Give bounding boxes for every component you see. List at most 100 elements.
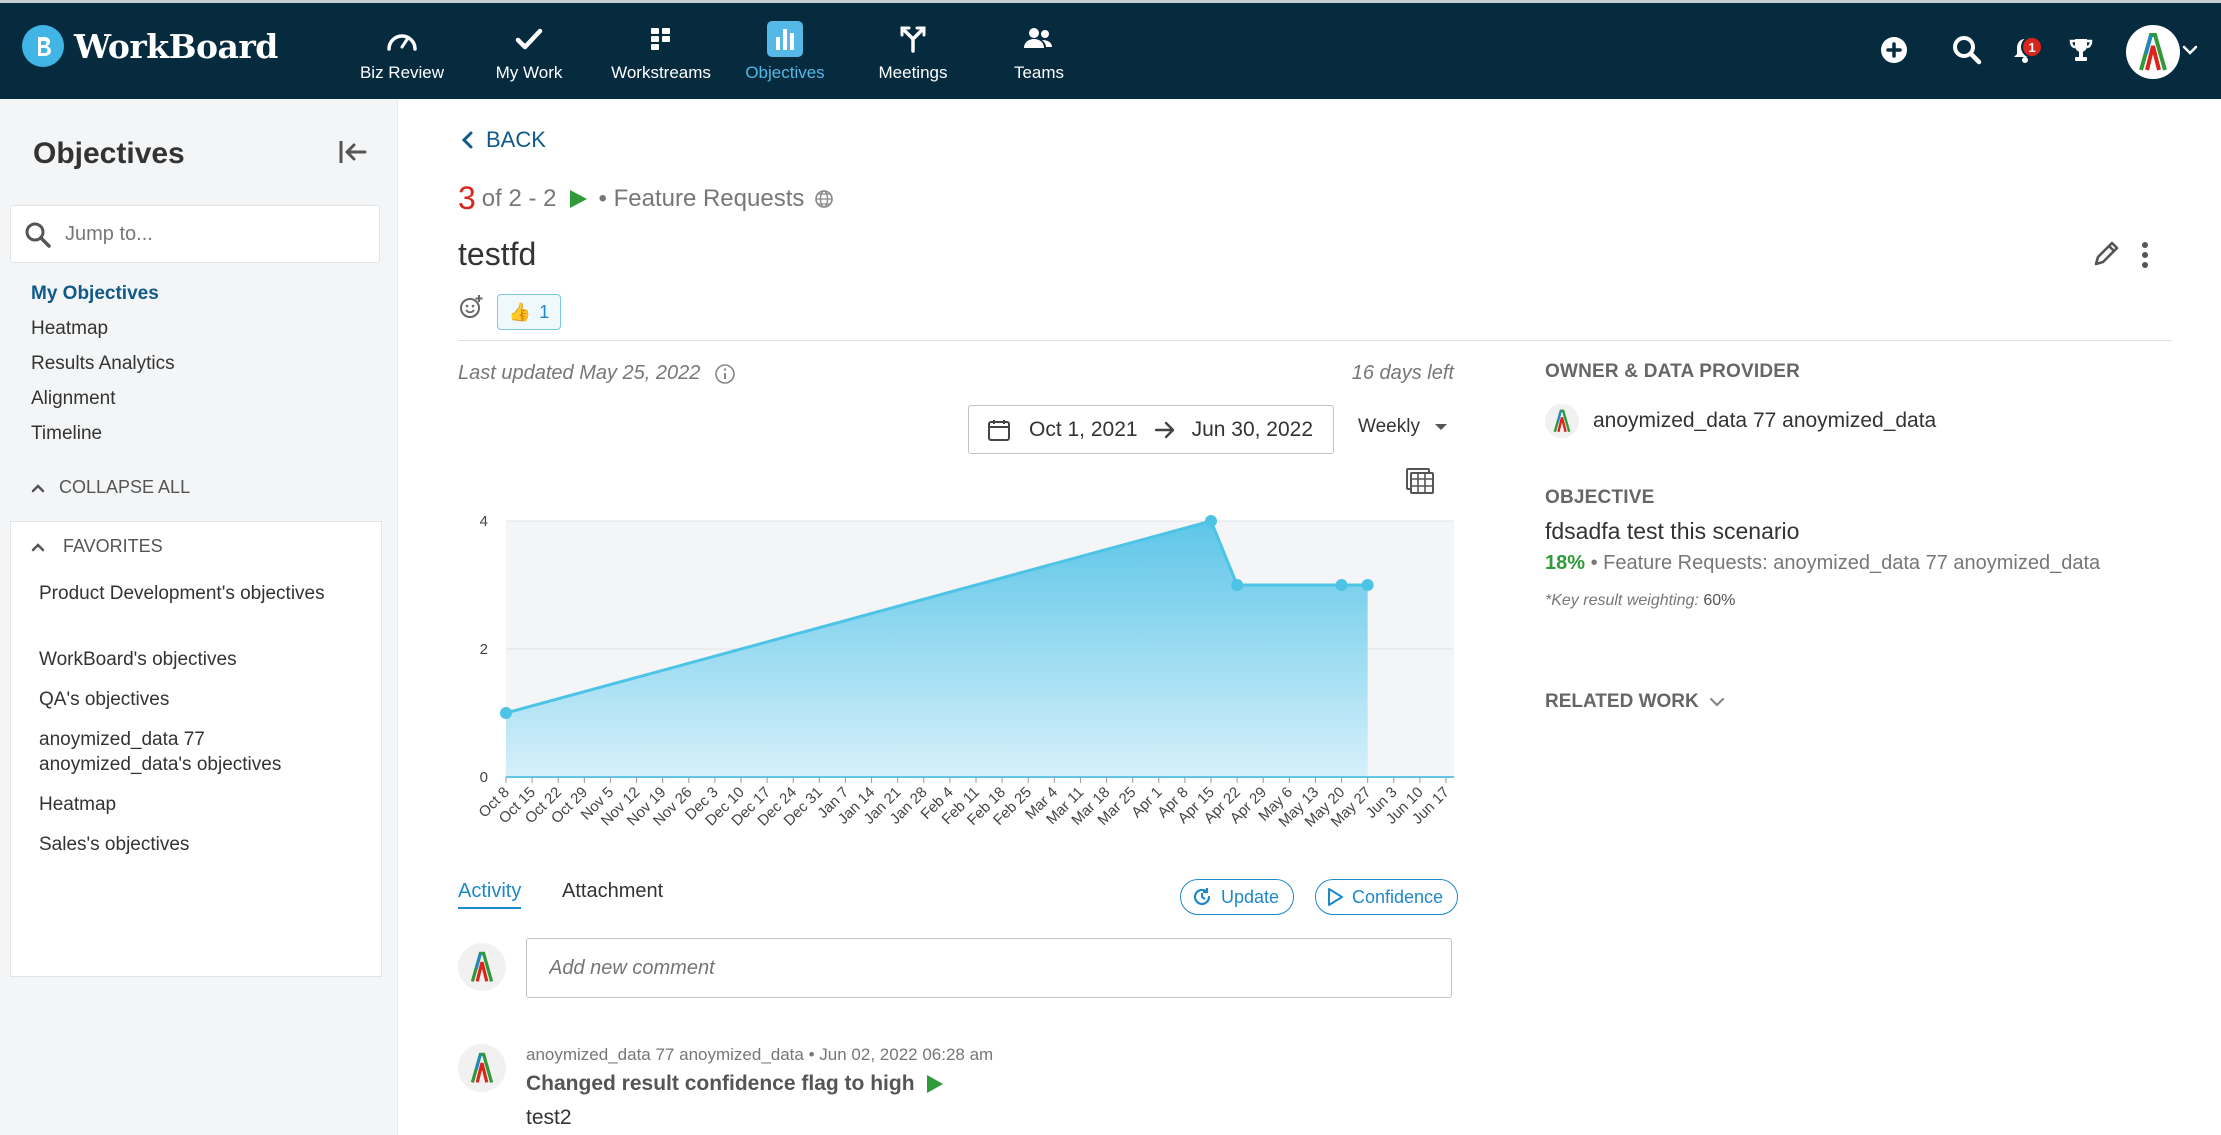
- owner-avatar: [1545, 404, 1579, 438]
- activity-title-text: Changed result confidence flag to high: [526, 1072, 915, 1095]
- bullet-separator: •: [598, 184, 614, 212]
- caret-down-icon: [1434, 424, 1447, 430]
- jump-to-input[interactable]: [63, 216, 363, 252]
- comment-input[interactable]: [526, 938, 1452, 998]
- sidebar-item-heatmap[interactable]: Heatmap: [31, 318, 108, 340]
- nav-workstreams[interactable]: Workstreams: [604, 21, 718, 91]
- notification-badge: 1: [2021, 36, 2043, 58]
- vertical-dots-icon: [2142, 242, 2148, 268]
- owner-section-label: OWNER & DATA PROVIDER: [1545, 361, 1801, 382]
- objective-subtitle: Feature Requests: anoymized_data 77 anoy…: [1603, 552, 2101, 574]
- nav-meetings[interactable]: Meetings: [868, 21, 958, 91]
- collapse-all-button[interactable]: COLLAPSE ALL: [31, 477, 190, 498]
- search-button[interactable]: [1950, 33, 1984, 67]
- sidebar-item-alignment[interactable]: Alignment: [31, 388, 116, 410]
- owner-row: anoymized_data 77 anoymized_data: [1545, 404, 1936, 438]
- last-updated: Last updated May 25, 2022: [458, 362, 736, 385]
- current-user-avatar: [458, 943, 506, 991]
- nav-label: Workstreams: [611, 63, 711, 82]
- date-range-picker[interactable]: Oct 1, 2021 Jun 30, 2022: [968, 405, 1334, 454]
- category-link[interactable]: Feature Requests: [614, 185, 805, 213]
- y-tick-label: 0: [480, 769, 488, 786]
- trophy-icon: [2069, 39, 2093, 61]
- update-button[interactable]: Update: [1180, 879, 1295, 915]
- nav-label: Biz Review: [359, 63, 445, 82]
- favorite-item[interactable]: Heatmap: [39, 792, 339, 817]
- nav-biz-review[interactable]: Biz Review: [352, 21, 452, 91]
- activity-author-avatar: [458, 1044, 506, 1092]
- more-options-button[interactable]: [2141, 242, 2149, 273]
- nav-objectives[interactable]: Objectives: [738, 21, 832, 91]
- objectives-sidebar: Objectives My Objectives Heatmap Results…: [0, 99, 398, 1135]
- parent-objective-name[interactable]: fdsadfa test this scenario: [1545, 518, 1799, 545]
- data-point[interactable]: [1231, 579, 1244, 591]
- sidebar-item-timeline[interactable]: Timeline: [31, 423, 102, 445]
- add-reaction-button[interactable]: [458, 294, 484, 325]
- confidence-button[interactable]: Confidence: [1315, 879, 1459, 915]
- thumbs-up-reaction[interactable]: 👍 1: [497, 294, 561, 330]
- activity-timestamp: Jun 02, 2022 06:28 am: [819, 1045, 994, 1064]
- edit-button[interactable]: [2092, 238, 2122, 273]
- data-point[interactable]: [1205, 515, 1217, 527]
- date-to: Jun 30, 2022: [1191, 417, 1314, 441]
- weighting-label: *Key result weighting:: [1545, 592, 1699, 609]
- nav-my-work[interactable]: My Work: [484, 21, 574, 91]
- info-icon: [715, 363, 736, 384]
- nav-teams[interactable]: Teams: [996, 21, 1082, 91]
- calendar-icon: [988, 419, 1010, 441]
- divider: [458, 340, 2172, 341]
- collapse-sidebar-button[interactable]: [336, 135, 370, 169]
- user-avatar[interactable]: [2126, 25, 2180, 79]
- activity-meta: anoymized_data 77 anoymized_data • Jun 0…: [526, 1045, 993, 1065]
- table-view-button[interactable]: [1405, 467, 1435, 500]
- workboard-logo[interactable]: WorkBoard: [22, 25, 278, 67]
- data-point[interactable]: [500, 707, 512, 719]
- add-button[interactable]: [1877, 33, 1911, 67]
- y-tick-label: 2: [480, 641, 488, 658]
- objective-section-label: OBJECTIVE: [1545, 487, 1655, 508]
- owner-name[interactable]: anoymized_data 77 anoymized_data: [1593, 409, 1936, 433]
- avatar-initial-icon: [470, 951, 494, 982]
- avatar-initial-icon: [1553, 409, 1571, 433]
- favorites-heading: FAVORITES: [63, 536, 163, 556]
- favorite-item[interactable]: WorkBoard's objectives: [39, 647, 339, 672]
- sidebar-title: Objectives: [33, 137, 185, 170]
- nav-label: Teams: [1013, 63, 1065, 82]
- activity-title: Changed result confidence flag to high: [526, 1072, 945, 1096]
- achievements-button[interactable]: [2064, 33, 2098, 67]
- favorite-item[interactable]: Product Development's objectives: [39, 581, 339, 606]
- check-icon: [484, 21, 574, 57]
- days-left: 16 days left: [1351, 362, 1454, 384]
- favorites-toggle[interactable]: FAVORITES: [31, 536, 163, 557]
- favorite-item[interactable]: anoymized_data 77 anoymized_data's objec…: [39, 727, 339, 777]
- favorite-item[interactable]: Sales's objectives: [39, 832, 339, 857]
- activity-body: test2: [526, 1106, 572, 1129]
- user-menu-toggle[interactable]: [2180, 33, 2200, 67]
- collapse-left-icon: [339, 141, 367, 163]
- back-button[interactable]: BACK: [460, 127, 546, 153]
- top-navigation-bar: WorkBoard Biz Review My Work Workstreams…: [0, 0, 2221, 99]
- y-axis: 0 2 4: [480, 513, 488, 786]
- data-point[interactable]: [1361, 579, 1374, 591]
- bar-chart-icon: [738, 21, 832, 57]
- smiley-plus-icon: [460, 295, 483, 318]
- tab-activity[interactable]: Activity: [458, 880, 522, 909]
- chevron-down-icon: [2182, 45, 2198, 55]
- favorite-item[interactable]: QA's objectives: [39, 687, 339, 712]
- tab-attachment[interactable]: Attachment: [562, 880, 663, 903]
- related-work-toggle[interactable]: RELATED WORK: [1545, 691, 1725, 713]
- weighting-value: 60%: [1703, 592, 1736, 609]
- sidebar-item-my-objectives[interactable]: My Objectives: [31, 283, 159, 305]
- grid-icon: [604, 21, 718, 57]
- pencil-icon: [2094, 241, 2119, 266]
- key-result-title: testfd: [458, 236, 537, 272]
- sidebar-item-results-analytics[interactable]: Results Analytics: [31, 353, 175, 375]
- arrow-right-icon: [1154, 421, 1174, 438]
- data-point[interactable]: [1335, 579, 1348, 591]
- x-axis: Oct 8Oct 15Oct 22Oct 29Nov 5Nov 12Nov 19…: [475, 776, 1454, 831]
- jump-to-search: [10, 205, 380, 263]
- interval-select[interactable]: Weekly: [1358, 416, 1448, 438]
- table-icon: [1406, 468, 1434, 494]
- related-work-label: RELATED WORK: [1545, 691, 1699, 712]
- workboard-logo-icon: [22, 25, 64, 67]
